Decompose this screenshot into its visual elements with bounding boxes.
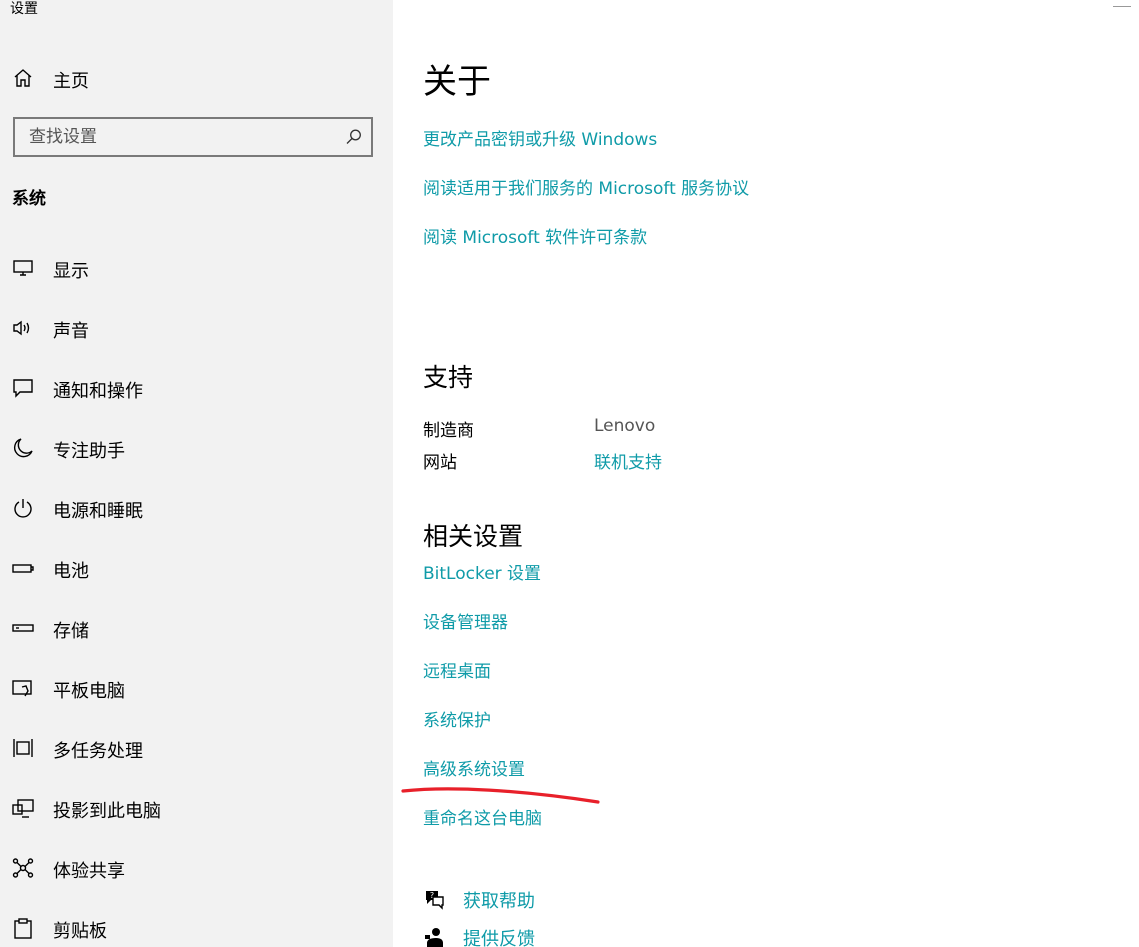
sidebar-nav: 显示 声音 通知和操作 专注助手 电源和睡眠 电池 存储 平板电脑 多任务处理 … [0,238,393,947]
sidebar-item-project[interactable]: 投影到此电脑 [0,778,393,838]
storage-icon [12,617,34,639]
sidebar-item-sound[interactable]: 声音 [0,298,393,358]
tablet-icon [12,677,34,699]
clipboard-icon [12,917,34,939]
search-input[interactable] [15,119,349,155]
sidebar-item-label: 多任务处理 [53,741,143,762]
section-heading: 系统 [12,189,46,209]
window-control-mark [1113,6,1131,7]
bitlocker-settings-link[interactable]: BitLocker 设置 [423,559,541,584]
feedback-person-icon [423,926,445,947]
sidebar-item-label: 投影到此电脑 [53,801,161,822]
license-terms-link[interactable]: 阅读 Microsoft 软件许可条款 [423,223,647,248]
project-icon [12,797,34,819]
support-heading: 支持 [423,363,474,392]
feedback-label: 提供反馈 [463,929,535,947]
sidebar-item-label: 体验共享 [53,861,125,882]
sidebar-item-label: 通知和操作 [53,381,143,402]
svg-text:?: ? [430,891,434,900]
sidebar-item-storage[interactable]: 存储 [0,598,393,658]
sidebar-item-clipboard[interactable]: 剪贴板 [0,898,393,947]
search-box [13,117,373,157]
rename-pc-link[interactable]: 重命名这台电脑 [423,804,542,829]
settings-window: 设置 主页 系统 [0,0,1139,947]
system-protection-link[interactable]: 系统保护 [423,706,491,731]
help-chat-icon: ? [423,888,445,910]
sidebar-item-label: 剪贴板 [53,921,107,942]
services-agreement-link[interactable]: 阅读适用于我们服务的 Microsoft 服务协议 [423,174,749,199]
home-icon [12,67,34,89]
get-help-label: 获取帮助 [463,891,535,912]
power-icon [12,497,34,519]
sidebar-item-multitasking[interactable]: 多任务处理 [0,718,393,778]
sidebar-item-label: 平板电脑 [53,681,125,702]
sidebar-item-label: 电源和睡眠 [53,501,143,522]
moon-icon [12,437,34,459]
sidebar-item-notifications[interactable]: 通知和操作 [0,358,393,418]
page-title: 关于 [423,62,491,102]
sidebar-item-tablet[interactable]: 平板电脑 [0,658,393,718]
share-icon [12,857,34,879]
speaker-icon [12,317,34,339]
sidebar-item-label: 专注助手 [53,441,125,462]
remote-desktop-link[interactable]: 远程桌面 [423,657,491,682]
advanced-system-settings-link[interactable]: 高级系统设置 [423,755,525,780]
online-support-link[interactable]: 联机支持 [594,448,662,473]
sidebar-item-label: 存储 [53,621,89,642]
sidebar-item-label: 电池 [53,561,89,582]
sidebar-item-shared-experiences[interactable]: 体验共享 [0,838,393,898]
sidebar-item-label: 显示 [53,261,89,282]
sidebar-item-label: 声音 [53,321,89,342]
website-label: 网站 [423,453,457,473]
sidebar-item-home[interactable]: 主页 [0,58,393,98]
sidebar-item-battery[interactable]: 电池 [0,538,393,598]
sidebar-item-display[interactable]: 显示 [0,238,393,298]
battery-icon [12,557,34,579]
search-icon[interactable] [345,128,363,146]
device-manager-link[interactable]: 设备管理器 [423,608,508,633]
sidebar-item-power-sleep[interactable]: 电源和睡眠 [0,478,393,538]
message-icon [12,377,34,399]
manufacturer-label: 制造商 [423,421,474,441]
sidebar-item-label: 主页 [53,71,89,92]
sidebar-item-focus-assist[interactable]: 专注助手 [0,418,393,478]
app-title: 设置 [10,1,38,17]
main-content: 关于 更改产品密钥或升级 Windows 阅读适用于我们服务的 Microsof… [393,0,1139,947]
multitask-icon [12,737,34,759]
change-product-key-link[interactable]: 更改产品密钥或升级 Windows [423,125,657,150]
related-settings-heading: 相关设置 [423,522,524,551]
manufacturer-value: Lenovo [594,416,656,436]
monitor-icon [12,257,34,279]
sidebar: 设置 主页 系统 [0,0,393,947]
